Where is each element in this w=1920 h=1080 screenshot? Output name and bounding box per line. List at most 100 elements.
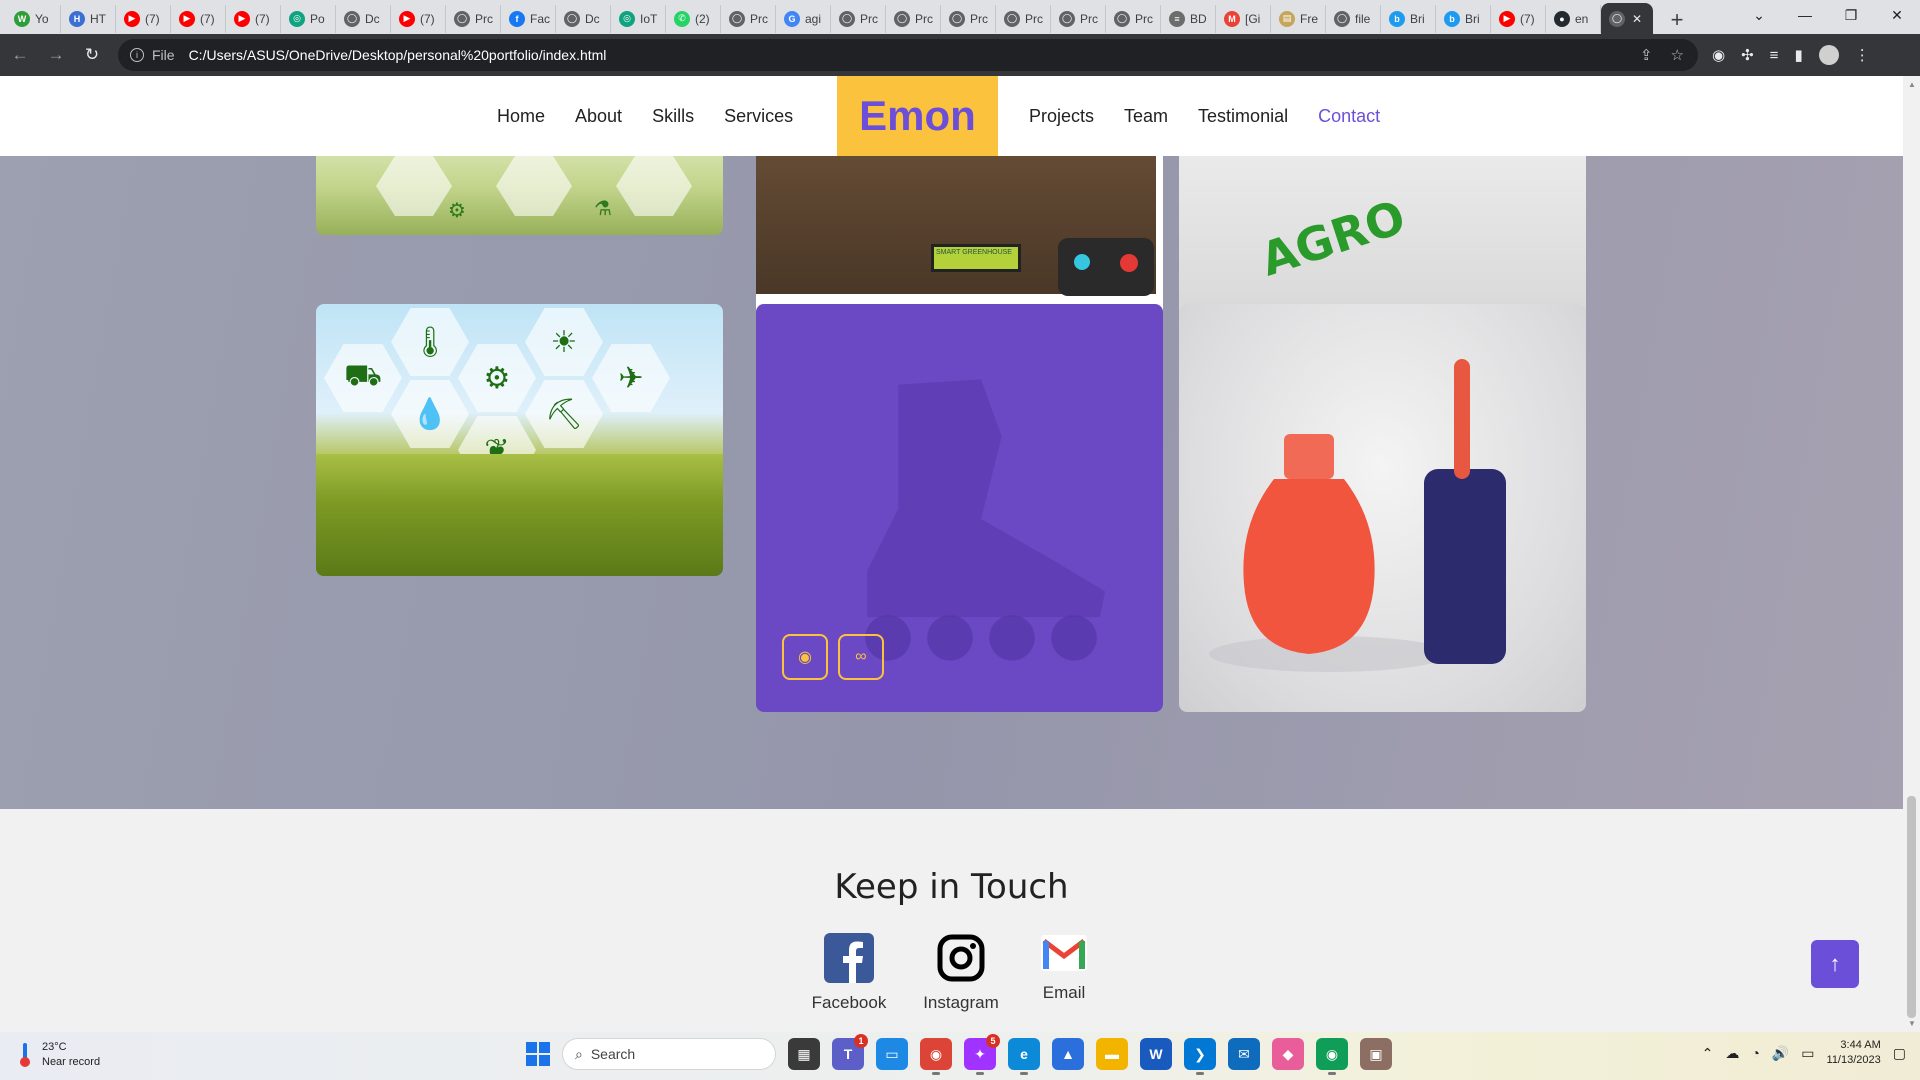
browser-tab[interactable]: ◯ Prc: [886, 4, 941, 33]
explorer-icon[interactable]: ▬: [1096, 1038, 1128, 1070]
browser-tab[interactable]: ◯ Prc: [831, 4, 886, 33]
browser-tab[interactable]: ▶ (7): [1491, 4, 1546, 33]
page-scrollbar[interactable]: ▲ ▼: [1903, 76, 1920, 1032]
address-bar[interactable]: i File C:/Users/ASUS/OneDrive/Desktop/pe…: [118, 39, 1698, 71]
wifi-icon[interactable]: ◔: [1751, 1045, 1759, 1061]
back-to-top-button[interactable]: ↑: [1811, 940, 1859, 988]
browser-tab[interactable]: b Bri: [1381, 4, 1436, 33]
chrome-profile-glyph: ◉: [1325, 1045, 1339, 1062]
browser-tab[interactable]: Gagi: [776, 4, 831, 33]
browser-tab[interactable]: W Yo: [6, 4, 61, 33]
browser-tab[interactable]: ◯ Prc: [446, 4, 501, 33]
nav-team[interactable]: Team: [1124, 106, 1168, 127]
device-icon[interactable]: ▭: [876, 1038, 908, 1070]
reload-icon[interactable]: ↻: [76, 39, 108, 71]
site-info-icon[interactable]: i: [130, 48, 144, 62]
battery-icon[interactable]: ▭: [1801, 1045, 1814, 1062]
start-button[interactable]: [526, 1042, 550, 1066]
menu-kebab-icon[interactable]: ⋮: [1855, 46, 1870, 64]
project-card-nail-polish[interactable]: [1179, 304, 1586, 712]
browser-tab[interactable]: ◯ Prc: [1106, 4, 1161, 33]
volume-icon[interactable]: 🔊: [1772, 1045, 1789, 1062]
bookmark-star-icon[interactable]: ☆: [1671, 46, 1684, 64]
back-icon[interactable]: ←: [4, 39, 36, 71]
close-window-button[interactable]: ✕: [1874, 0, 1920, 30]
browser-tab[interactable]: ▤ Fre: [1271, 4, 1326, 33]
browser-tab[interactable]: ◯ Prc: [996, 4, 1051, 33]
tab-favicon-icon: b: [1389, 10, 1405, 27]
browser-tab[interactable]: ◎ Po: [281, 4, 336, 33]
clock[interactable]: 3:44 AM 11/13/2023: [1827, 1038, 1881, 1068]
nav-services[interactable]: Services: [724, 106, 793, 127]
paint-icon[interactable]: ◆: [1272, 1038, 1304, 1070]
taskbar-search[interactable]: ⌕ Search: [562, 1038, 776, 1070]
extension-icon[interactable]: ◉: [1712, 46, 1725, 64]
weather-widget[interactable]: 23°C Near record: [18, 1040, 100, 1070]
maximize-button[interactable]: ❐: [1828, 0, 1874, 30]
instagram-link[interactable]: Instagram: [916, 933, 1006, 1013]
mail-icon[interactable]: ✉: [1228, 1038, 1260, 1070]
browser-tab[interactable]: ● en: [1546, 4, 1601, 33]
browser-tab[interactable]: f Fac: [501, 4, 556, 33]
scroll-up-icon[interactable]: ▲: [1908, 80, 1916, 89]
scrollbar-thumb[interactable]: [1907, 796, 1916, 1018]
browser-tab[interactable]: ◯ Dc: [336, 4, 391, 33]
browser-tab[interactable]: b Bri: [1436, 4, 1491, 33]
tab-label: (7): [1520, 11, 1535, 26]
side-panel-icon[interactable]: ▮: [1794, 46, 1802, 64]
puzzle-extensions-icon[interactable]: ✣: [1741, 46, 1754, 64]
nav-skills[interactable]: Skills: [652, 106, 694, 127]
profile-avatar[interactable]: [1818, 45, 1839, 65]
project-link-button[interactable]: ∞: [838, 634, 884, 680]
teams-icon[interactable]: T1: [832, 1034, 868, 1070]
archive-icon[interactable]: ▣: [1360, 1038, 1392, 1070]
project-card-inline-skates[interactable]: ◉ ∞: [756, 304, 1163, 712]
notification-icon[interactable]: ▢: [1893, 1045, 1906, 1062]
url-text[interactable]: C:/Users/ASUS/OneDrive/Desktop/personal%…: [189, 47, 607, 63]
view-project-button[interactable]: ◉: [782, 634, 828, 680]
nav-testimonial[interactable]: Testimonial: [1198, 106, 1288, 127]
gmail-icon: [1039, 933, 1089, 973]
chrome-profile-icon[interactable]: ◉: [1316, 1038, 1348, 1075]
chrome-icon[interactable]: ◉: [920, 1038, 952, 1075]
forward-icon[interactable]: →: [40, 39, 72, 71]
browser-tab[interactable]: M [Gi: [1216, 4, 1271, 33]
browser-tab[interactable]: ▶ (7): [226, 4, 281, 33]
browser-tab[interactable]: ◯ file: [1326, 4, 1381, 33]
nav-home[interactable]: Home: [497, 106, 545, 127]
browser-tab-active[interactable]: ◯ ✕: [1601, 3, 1653, 34]
browser-tab[interactable]: ▶ (7): [116, 4, 171, 33]
new-tab-button[interactable]: +: [1663, 6, 1691, 34]
browser-tab[interactable]: ≡ BD: [1161, 4, 1216, 33]
minimize-button[interactable]: —: [1782, 0, 1828, 30]
facebook-link[interactable]: Facebook: [804, 933, 894, 1013]
browser-tab[interactable]: ◯ Prc: [721, 4, 776, 33]
tab-close-icon[interactable]: ✕: [1632, 12, 1642, 26]
browser-tab[interactable]: ✆ (2): [666, 4, 721, 33]
tab-search-icon[interactable]: ⌄: [1736, 0, 1782, 30]
brand-logo[interactable]: Emon: [837, 76, 998, 156]
nav-projects[interactable]: Projects: [1029, 106, 1094, 127]
file-manager-icon[interactable]: ▦: [788, 1038, 820, 1070]
nav-contact[interactable]: Contact: [1318, 106, 1380, 127]
browser-tab[interactable]: ▶ (7): [171, 4, 226, 33]
photos-icon[interactable]: ▲: [1052, 1038, 1084, 1070]
onedrive-icon[interactable]: ☁: [1725, 1045, 1739, 1062]
email-link[interactable]: Email: [1019, 933, 1109, 1003]
scroll-down-icon[interactable]: ▼: [1908, 1019, 1916, 1028]
tray-overflow-icon[interactable]: ⌃: [1702, 1045, 1714, 1062]
browser-tab[interactable]: ◎ IoT: [611, 4, 666, 33]
edge-icon[interactable]: e: [1008, 1038, 1040, 1075]
browser-tab[interactable]: ▶ (7): [391, 4, 446, 33]
messenger-icon[interactable]: ✦ 5: [964, 1034, 1000, 1075]
browser-tab[interactable]: ◯ Dc: [556, 4, 611, 33]
browser-tab[interactable]: ◯ Prc: [1051, 4, 1106, 33]
browser-tab[interactable]: H HT: [61, 4, 116, 33]
browser-tab[interactable]: ◯ Prc: [941, 4, 996, 33]
media-control-icon[interactable]: ≡: [1770, 47, 1779, 64]
nav-about[interactable]: About: [575, 106, 622, 127]
share-icon[interactable]: ⇪: [1640, 46, 1653, 64]
word-icon[interactable]: W: [1140, 1038, 1172, 1070]
vscode-icon[interactable]: ❯: [1184, 1038, 1216, 1075]
project-card-smart-agriculture[interactable]: ⛟ 🌡 ⚙ ☀ ✈ 💧 ⛏ ❦: [316, 304, 723, 576]
